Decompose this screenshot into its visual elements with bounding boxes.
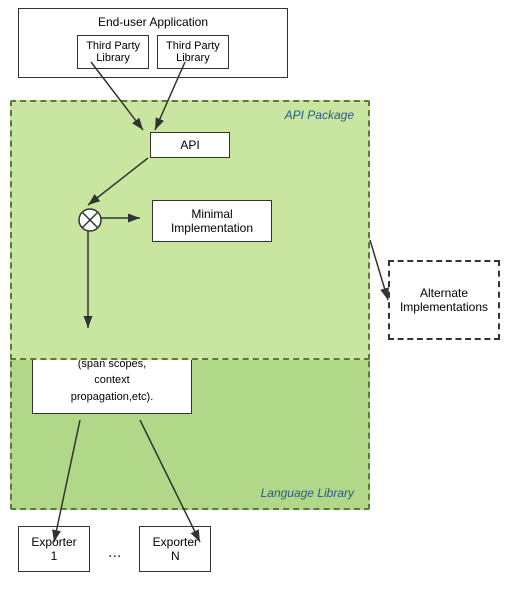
third-party-libs: Third PartyLibrary Third PartyLibrary: [27, 35, 279, 69]
third-party-lib2: Third PartyLibrary: [157, 35, 229, 69]
api-box: API: [150, 132, 230, 158]
alt-impl-label: Alternate Implementations: [390, 286, 498, 314]
minimal-impl-box: MinimalImplementation: [152, 200, 272, 242]
otimes-symbol: [77, 207, 103, 233]
exporters-row: Exporter1 ... ExporterN: [18, 526, 338, 572]
end-user-app-box: End-user Application Third PartyLibrary …: [18, 8, 288, 78]
api-package-box: API Package API MinimalImplementation: [10, 100, 370, 360]
third-party-lib1: Third PartyLibrary: [77, 35, 149, 69]
exporter-1: Exporter1: [18, 526, 90, 572]
lang-lib-label: Language Library: [261, 486, 354, 500]
diagram-container: End-user Application Third PartyLibrary …: [0, 0, 513, 590]
api-package-label: API Package: [285, 108, 354, 122]
alt-impl-box: Alternate Implementations: [388, 260, 500, 340]
end-user-app-label: End-user Application: [27, 15, 279, 29]
dots-separator: ...: [90, 544, 139, 562]
exporter-n: ExporterN: [139, 526, 211, 572]
